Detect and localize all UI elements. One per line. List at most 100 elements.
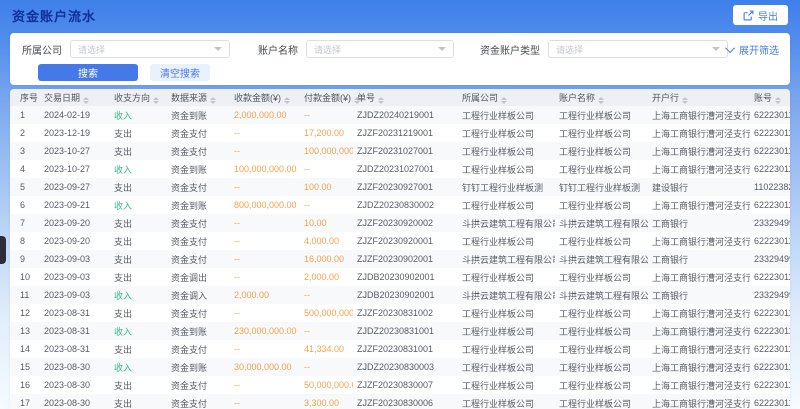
column-header-4[interactable]: 收款金额(¥) (230, 89, 300, 106)
page-title: 资金账户流水 (12, 6, 96, 25)
cell-date: 2023-09-20 (40, 214, 110, 232)
cell-order-no: ZJDB20230902001 (353, 286, 458, 304)
cell-source: 资金到账 (167, 322, 230, 340)
cell-serial: 14 (10, 340, 40, 358)
cell-date: 2023-08-30 (40, 358, 110, 376)
drawer-handle[interactable] (0, 236, 6, 264)
column-header-9[interactable]: 开户行 (648, 89, 750, 106)
cell-account-name: 工程行业样板公司 (555, 358, 648, 376)
filter-group-account-type: 资金账户类型 请选择 (480, 40, 728, 58)
column-header-8[interactable]: 账户名称 (555, 89, 648, 106)
cell-serial: 13 (10, 322, 40, 340)
expand-filters-link[interactable]: 展开筛选 (728, 42, 779, 57)
cell-order-no: ZJZF20231219001 (353, 124, 458, 142)
cell-account-no: 233294994 (750, 214, 790, 232)
column-header-5[interactable]: 付款金额(¥) (300, 89, 353, 106)
sort-icon[interactable] (153, 97, 159, 104)
cell-company: 斗拱云建筑工程有限公司 (458, 250, 555, 268)
cell-bank: 建设银行 (648, 178, 750, 196)
cell-company: 工程行业样板公司 (458, 376, 555, 394)
cell-order-no: ZJZF20230830007 (353, 376, 458, 394)
sort-icon[interactable] (775, 97, 781, 104)
cell-date: 2023-09-03 (40, 286, 110, 304)
sort-icon[interactable] (378, 97, 384, 104)
cell-payment-amount: -- (300, 106, 353, 124)
cell-order-no: ZJZF20230920002 (353, 214, 458, 232)
cell-order-no: ZJDZ20230830002 (353, 196, 458, 214)
clear-search-button[interactable]: 清空搜索 (150, 64, 210, 81)
cell-company: 工程行业样板公司 (458, 340, 555, 358)
export-icon (743, 10, 754, 21)
cell-company: 工程行业样板公司 (458, 124, 555, 142)
cell-bank: 上海工商银行漕河泾支行 (648, 124, 750, 142)
cell-payment-amount: -- (300, 286, 353, 304)
column-header-label: 账户名称 (559, 93, 595, 103)
sort-icon[interactable] (682, 97, 688, 104)
sort-icon[interactable] (598, 97, 604, 104)
cell-direction: 收入 (110, 358, 167, 376)
export-button[interactable]: 导出 (733, 5, 788, 25)
table-row: 172023-08-30支出资金支付--3,300.00ZJZF20230830… (10, 394, 790, 409)
export-button-label: 导出 (758, 8, 778, 23)
cell-payment-amount: 16,000.00 (300, 250, 353, 268)
account-name-select[interactable]: 请选择 (306, 40, 454, 58)
cell-source: 资金支付 (167, 178, 230, 196)
cell-account-no: 622230111 (750, 232, 790, 250)
cell-direction: 支出 (110, 250, 167, 268)
cell-account-no: 622230111 (750, 340, 790, 358)
cell-source: 资金支付 (167, 376, 230, 394)
cell-account-name: 斗拱云建筑工程有限公司 (555, 286, 648, 304)
cell-date: 2023-10-27 (40, 160, 110, 178)
cell-source: 资金到账 (167, 106, 230, 124)
table-row: 92023-09-03支出资金支付--16,000.00ZJZF20230902… (10, 250, 790, 268)
account-type-select[interactable]: 请选择 (548, 40, 728, 58)
cell-date: 2023-10-27 (40, 142, 110, 160)
column-header-label: 数据来源 (171, 93, 207, 103)
cell-bank: 上海工商银行漕河泾支行 (648, 106, 750, 124)
search-button[interactable]: 搜索 (38, 64, 138, 81)
cell-source: 资金调出 (167, 268, 230, 286)
cell-date: 2023-09-03 (40, 268, 110, 286)
column-header-label: 单号 (357, 93, 375, 103)
cell-account-no: 622230111 (750, 196, 790, 214)
cell-income-amount: -- (230, 214, 300, 232)
cell-bank: 上海工商银行漕河泾支行 (648, 232, 750, 250)
sort-icon[interactable] (83, 97, 89, 104)
sort-icon[interactable] (284, 97, 290, 104)
cell-payment-amount: 100,000,000.00 (300, 142, 353, 160)
cell-account-no: 622230111 (750, 394, 790, 409)
cell-source: 资金支付 (167, 340, 230, 358)
column-header-6[interactable]: 单号 (353, 89, 458, 106)
cell-company: 工程行业样板公司 (458, 268, 555, 286)
sort-icon[interactable] (501, 97, 507, 104)
column-header-3[interactable]: 数据来源 (167, 89, 230, 106)
cell-direction: 支出 (110, 232, 167, 250)
table-row: 132023-08-31收入资金到账230,000,000.00--ZJDZ20… (10, 322, 790, 340)
cell-account-name: 工程行业样板公司 (555, 160, 648, 178)
cell-serial: 1 (10, 106, 40, 124)
cell-payment-amount: 3,300.00 (300, 394, 353, 409)
table-row: 72023-09-20支出资金支付--10.00ZJZF20230920002斗… (10, 214, 790, 232)
cell-account-name: 钉钉工程行业样板测 (555, 178, 648, 196)
column-header-2[interactable]: 收支方向 (110, 89, 167, 106)
cell-account-name: 工程行业样板公司 (555, 394, 648, 409)
cell-serial: 5 (10, 178, 40, 196)
cell-direction: 收入 (110, 106, 167, 124)
cell-date: 2023-08-31 (40, 322, 110, 340)
cell-company: 钉钉工程行业样板测 (458, 178, 555, 196)
cell-serial: 2 (10, 124, 40, 142)
cell-income-amount: 230,000,000.00 (230, 322, 300, 340)
cell-source: 资金到账 (167, 358, 230, 376)
cell-account-no: 622230111 (750, 322, 790, 340)
column-header-10[interactable]: 账号 (750, 89, 790, 106)
cell-payment-amount: 500,000,000.00 (300, 304, 353, 322)
company-select[interactable]: 请选择 (70, 40, 230, 58)
cell-account-no: 622230111 (750, 376, 790, 394)
column-header-1[interactable]: 交易日期 (40, 89, 110, 106)
table-row: 152023-08-30收入资金到账30,000,000.00--ZJDZ202… (10, 358, 790, 376)
column-header-7[interactable]: 所属公司 (458, 89, 555, 106)
sort-icon[interactable] (210, 97, 216, 104)
cell-income-amount: -- (230, 304, 300, 322)
cell-serial: 10 (10, 268, 40, 286)
cell-serial: 15 (10, 358, 40, 376)
